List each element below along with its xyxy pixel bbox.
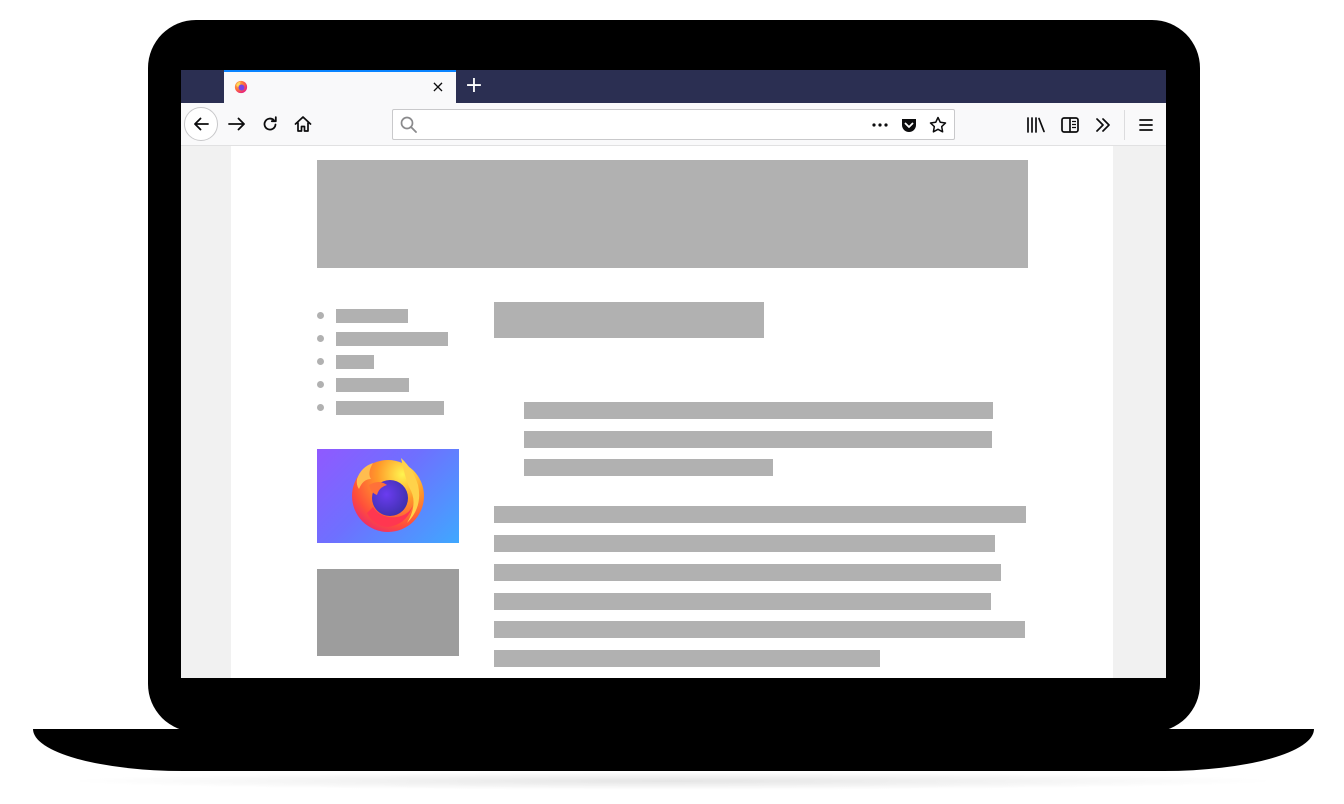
sidebar-link-placeholder[interactable] [336, 401, 444, 415]
firefox-logo-icon [352, 458, 424, 532]
list-bullet [317, 335, 324, 342]
pocket-icon[interactable] [899, 115, 919, 135]
tab-close-button[interactable]: × [430, 78, 446, 96]
sidebar-link-placeholder[interactable] [336, 309, 408, 323]
list-bullet [317, 404, 324, 411]
text-line-placeholder [494, 650, 880, 667]
tab-active[interactable]: × [224, 70, 456, 103]
url-input[interactable] [423, 114, 867, 137]
quote-line-placeholder [524, 402, 993, 419]
firefox-icon [234, 80, 248, 94]
nav-toolbar [181, 103, 1166, 146]
quote-line-placeholder [524, 459, 773, 476]
text-line-placeholder [494, 506, 1026, 523]
page-actions-icon[interactable] [870, 115, 890, 135]
overflow-chevron-icon[interactable] [1092, 114, 1114, 136]
sidebar-icon[interactable] [1059, 114, 1081, 136]
back-icon [194, 117, 209, 131]
text-line-placeholder [494, 621, 1025, 638]
article-heading-placeholder [494, 302, 764, 338]
menu-hamburger-icon[interactable] [1135, 114, 1157, 136]
firefox-logo-banner [317, 449, 459, 543]
text-line-placeholder [494, 535, 995, 552]
web-page [231, 146, 1113, 678]
laptop-base [33, 729, 1314, 771]
reload-icon[interactable] [259, 113, 281, 135]
sidebar-image-placeholder [317, 569, 459, 656]
back-button[interactable] [184, 107, 218, 141]
sidebar-link-placeholder[interactable] [336, 332, 448, 346]
sidebar-link-placeholder[interactable] [336, 378, 409, 392]
forward-icon[interactable] [226, 113, 248, 135]
list-bullet [317, 381, 324, 388]
home-icon[interactable] [292, 113, 314, 135]
search-icon [400, 116, 417, 133]
new-tab-button[interactable]: + [463, 74, 485, 98]
text-line-placeholder [494, 564, 1001, 581]
tab-strip: × + [181, 70, 1166, 103]
url-bar[interactable] [392, 109, 955, 140]
list-bullet [317, 312, 324, 319]
text-line-placeholder [494, 593, 991, 610]
sidebar-link-placeholder[interactable] [336, 355, 374, 369]
bookmark-star-icon[interactable] [928, 115, 948, 135]
list-bullet [317, 358, 324, 365]
library-icon[interactable] [1025, 114, 1047, 136]
quote-line-placeholder [524, 431, 992, 448]
header-banner-placeholder [317, 160, 1028, 268]
toolbar-separator [1124, 110, 1125, 140]
laptop-shadow [60, 772, 1285, 790]
laptop-screen: × + [181, 70, 1166, 678]
